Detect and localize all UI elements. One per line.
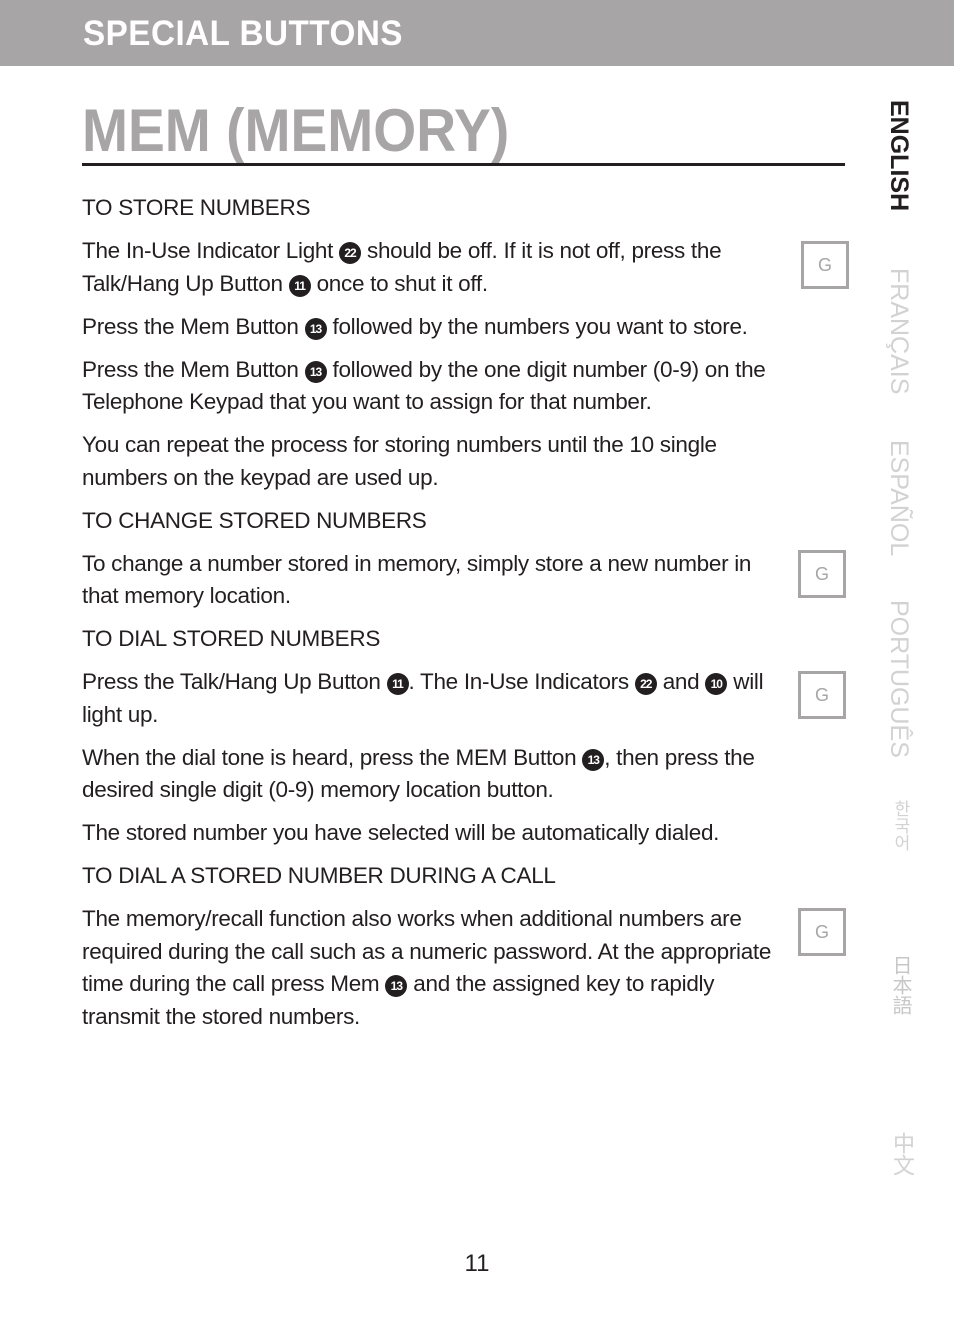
paragraph: The memory/recall function also works wh… [82,906,772,1029]
language-tab-chinese[interactable]: 中文 [886,1132,918,1176]
heading-change-stored-numbers: TO CHANGE STORED NUMBERS [82,507,427,533]
paragraph: The In-Use Indicator Light 22 should be … [82,238,722,297]
language-tab-english[interactable]: ENGLISH [884,100,913,211]
page-number: 11 [464,1250,490,1277]
heading-dial-during-call: TO DIAL A STORED NUMBER DURING A CALL [82,863,556,888]
callout-number-badge: 11 [288,274,311,297]
callout-number-badge: 22 [634,673,657,695]
paragraph: You can repeat the process for storing n… [82,432,717,490]
heading-dial-stored-numbers: TO DIAL STORED NUMBERS [82,626,381,651]
margin-mark-g: G [798,671,846,719]
paragraph: Press the Mem Button 13 followed by the … [82,356,766,415]
title-divider [82,163,845,166]
callout-number-badge: 22 [339,242,362,264]
language-tab-portuguese[interactable]: PORTUGUÊS [884,600,913,758]
callout-number-badge: 10 [705,673,728,695]
paragraph: Press the Mem Button 13 followed by the … [82,313,748,340]
callout-number-badge: 13 [304,360,327,383]
language-tab-korean[interactable]: 한국어 [888,800,913,851]
margin-mark-g: G [798,550,846,598]
language-tab-spanish[interactable]: ESPAÑOL [884,440,913,556]
section-header-bar: SPECIAL BUTTONS [0,0,954,66]
paragraph: Press the Talk/Hang Up Button 11. The In… [82,669,764,727]
callout-number-badge: 13 [304,317,327,340]
margin-mark-g: G [801,241,849,289]
callout-number-badge: 13 [385,975,408,997]
language-tab-french[interactable]: FRANÇAIS [884,268,913,394]
heading-store-numbers: TO STORE NUMBERS [82,195,311,220]
callout-number-badge: 11 [386,673,409,695]
instructions-body: TO STORE NUMBERS The In-Use Indicator Li… [82,192,782,1033]
page-title: MEM (MEMORY) [82,97,510,164]
margin-mark-g: G [798,908,846,956]
section-title: SPECIAL BUTTONS [83,14,403,53]
paragraph: The stored number you have selected will… [82,820,720,845]
paragraph: To change a number stored in memory, sim… [82,550,752,609]
paragraph: When the dial tone is heard, press the M… [82,744,755,803]
language-tab-japanese[interactable]: 日本語 [886,955,915,1015]
callout-number-badge: 13 [582,748,605,771]
